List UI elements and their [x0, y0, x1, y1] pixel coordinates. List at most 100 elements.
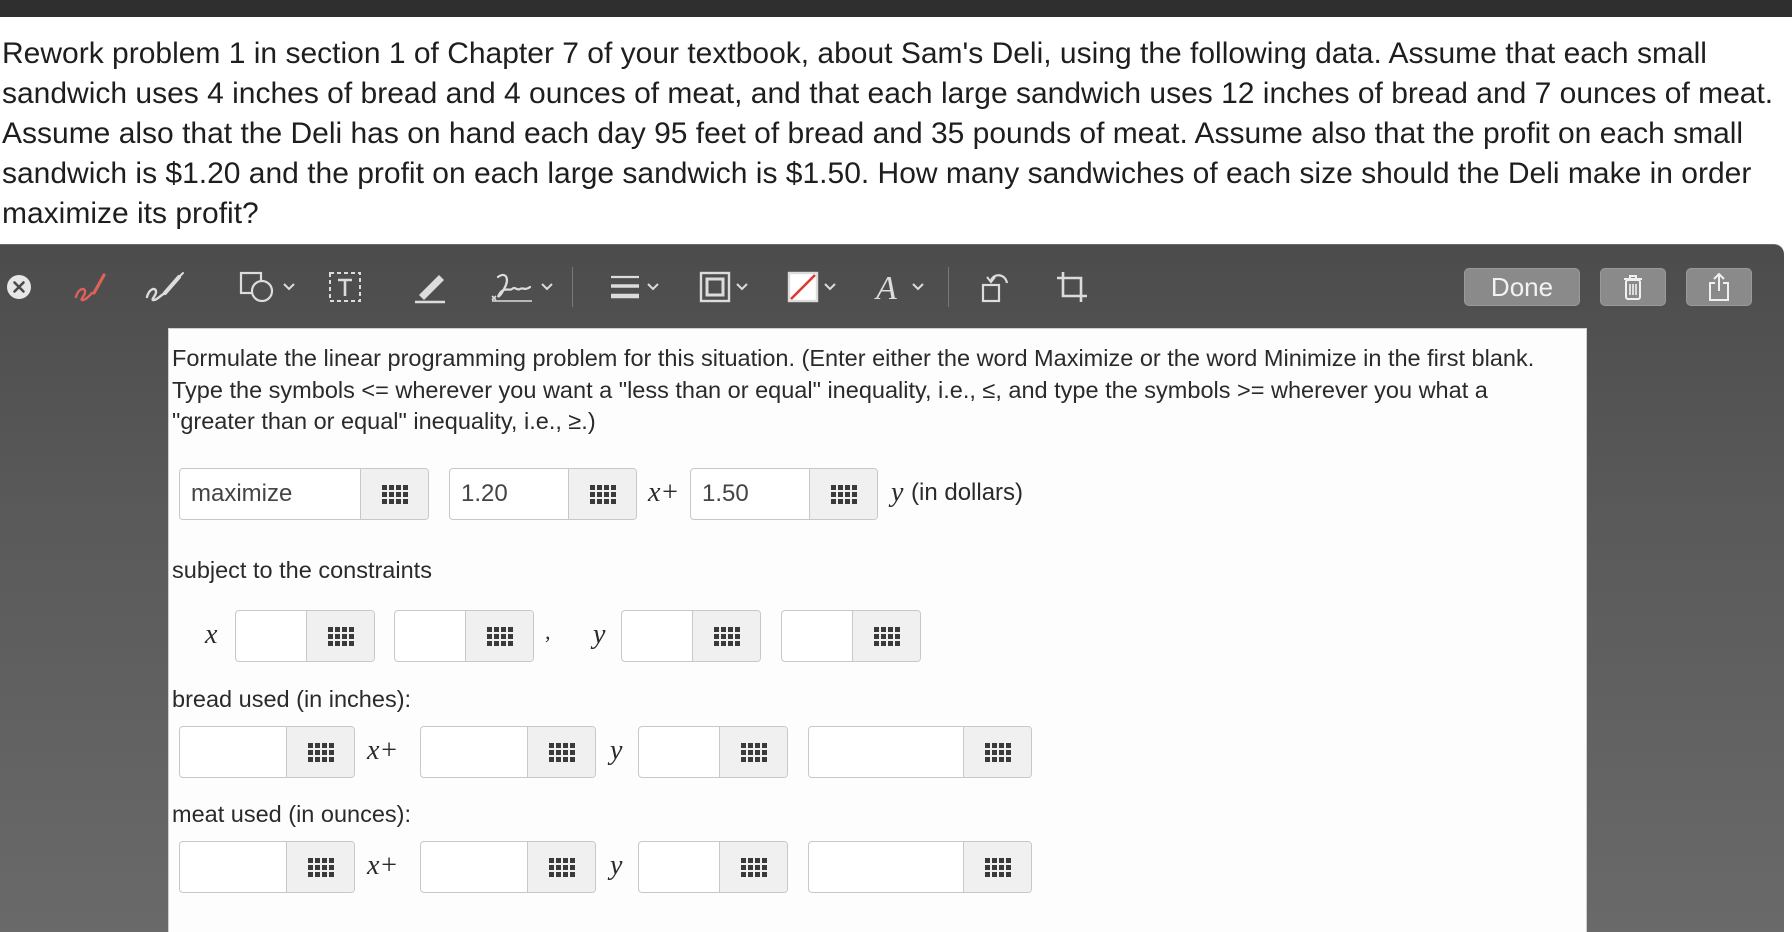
- meat-operator-input[interactable]: [638, 841, 788, 893]
- sketch-icon[interactable]: [70, 267, 114, 307]
- bread-coef-y-input[interactable]: [420, 726, 596, 778]
- keypad-button[interactable]: [286, 727, 354, 777]
- bread-limit-input[interactable]: [808, 726, 1032, 778]
- keypad-button[interactable]: [852, 611, 920, 661]
- keypad-icon: [984, 857, 1011, 877]
- problem-statement: Rework problem 1 in section 1 of Chapter…: [2, 37, 1774, 230]
- trash-icon: [1624, 275, 1642, 300]
- chevron-down-icon: [283, 283, 295, 291]
- bread-operator-value[interactable]: [639, 727, 719, 777]
- nonneg-x-bound-value[interactable]: [395, 611, 465, 661]
- nonneg-y-operator-input[interactable]: [621, 610, 761, 662]
- instructions-text: Formulate the linear programming problem…: [172, 345, 1535, 434]
- nonneg-x-label: x: [205, 619, 218, 650]
- keypad-button[interactable]: [719, 842, 787, 892]
- objective-y-label: y: [891, 477, 904, 508]
- bread-coef-y-value[interactable]: [421, 727, 527, 777]
- toolbar-divider: [948, 267, 949, 307]
- nonneg-y-bound-value[interactable]: [782, 611, 852, 661]
- bread-operator-input[interactable]: [638, 726, 788, 778]
- chevron-down-icon: [736, 283, 748, 291]
- keypad-button[interactable]: [286, 842, 354, 892]
- keypad-icon: [548, 742, 575, 762]
- markup-window: A Done Formulate the linear programming …: [0, 244, 1784, 932]
- meat-x-plus-label: x+: [367, 850, 399, 881]
- markup-toolbar: A Done: [0, 245, 1784, 329]
- question-sheet: Formulate the linear programming problem…: [168, 328, 1587, 932]
- shapes-icon[interactable]: [234, 267, 300, 307]
- window-edge: [1784, 244, 1792, 932]
- fill-color-icon[interactable]: [780, 267, 844, 307]
- draw-icon[interactable]: [142, 267, 190, 307]
- text-style-icon[interactable]: A: [868, 267, 930, 307]
- bread-y-label: y: [610, 735, 623, 766]
- keypad-icon: [984, 742, 1011, 762]
- keypad-icon: [830, 484, 857, 504]
- share-icon: [1709, 272, 1729, 301]
- nonneg-y-label: y: [593, 619, 606, 650]
- meat-y-label: y: [610, 850, 623, 881]
- keypad-button[interactable]: [692, 611, 760, 661]
- keypad-icon: [589, 484, 616, 504]
- objective-x-plus-label: x+: [648, 477, 680, 508]
- chevron-down-icon: [824, 283, 836, 291]
- subject-to-label: subject to the constraints: [172, 557, 432, 583]
- nonneg-x-operator-input[interactable]: [235, 610, 375, 662]
- keypad-button[interactable]: [809, 469, 877, 519]
- meat-limit-input[interactable]: [808, 841, 1032, 893]
- nonneg-y-operator-value[interactable]: [622, 611, 692, 661]
- nonneg-comma: ,: [545, 619, 551, 644]
- bread-limit-value[interactable]: [809, 727, 963, 777]
- chevron-down-icon: [912, 283, 924, 291]
- svg-text:A: A: [874, 270, 897, 305]
- crop-icon[interactable]: [1054, 267, 1090, 307]
- window-top-strip: [0, 0, 1792, 17]
- objective-sense-input[interactable]: maximize: [179, 468, 429, 520]
- objective-coef-x-input[interactable]: 1.20: [449, 468, 637, 520]
- keypad-icon: [873, 626, 900, 646]
- objective-coef-x-value[interactable]: 1.20: [450, 469, 568, 519]
- keypad-button[interactable]: [963, 727, 1031, 777]
- share-button[interactable]: [1686, 268, 1752, 306]
- line-style-icon[interactable]: [602, 267, 666, 307]
- meat-coef-x-input[interactable]: [179, 841, 355, 893]
- objective-sense-value[interactable]: maximize: [180, 469, 360, 519]
- bread-coef-x-value[interactable]: [180, 727, 286, 777]
- rotate-icon[interactable]: [978, 267, 1014, 307]
- toolbar-divider: [572, 267, 573, 307]
- keypad-button[interactable]: [963, 842, 1031, 892]
- delete-button[interactable]: [1600, 268, 1666, 306]
- done-button[interactable]: Done: [1464, 268, 1580, 306]
- keypad-icon: [548, 857, 575, 877]
- nonneg-y-bound-input[interactable]: [781, 610, 921, 662]
- nonneg-x-operator-value[interactable]: [236, 611, 306, 661]
- keypad-button[interactable]: [360, 469, 428, 519]
- keypad-icon: [740, 742, 767, 762]
- keypad-button[interactable]: [465, 611, 533, 661]
- highlight-icon[interactable]: [410, 267, 450, 307]
- meat-operator-value[interactable]: [639, 842, 719, 892]
- meat-coef-y-value[interactable]: [421, 842, 527, 892]
- keypad-button[interactable]: [719, 727, 787, 777]
- keypad-icon: [713, 626, 740, 646]
- close-icon[interactable]: [4, 267, 34, 307]
- signature-icon[interactable]: [486, 267, 556, 307]
- chevron-down-icon: [647, 283, 659, 291]
- meat-limit-value[interactable]: [809, 842, 963, 892]
- bread-coef-x-input[interactable]: [179, 726, 355, 778]
- meat-coef-x-value[interactable]: [180, 842, 286, 892]
- objective-coef-y-input[interactable]: 1.50: [690, 468, 878, 520]
- meat-coef-y-input[interactable]: [420, 841, 596, 893]
- keypad-button[interactable]: [306, 611, 374, 661]
- keypad-button[interactable]: [568, 469, 636, 519]
- keypad-icon: [327, 626, 354, 646]
- keypad-icon: [381, 484, 408, 504]
- border-color-icon[interactable]: [692, 267, 756, 307]
- keypad-button[interactable]: [527, 727, 595, 777]
- objective-units-label: (in dollars): [911, 479, 1024, 506]
- nonneg-x-bound-input[interactable]: [394, 610, 534, 662]
- text-box-icon[interactable]: [326, 267, 364, 307]
- objective-coef-y-value[interactable]: 1.50: [691, 469, 809, 519]
- keypad-button[interactable]: [527, 842, 595, 892]
- keypad-icon: [307, 742, 334, 762]
